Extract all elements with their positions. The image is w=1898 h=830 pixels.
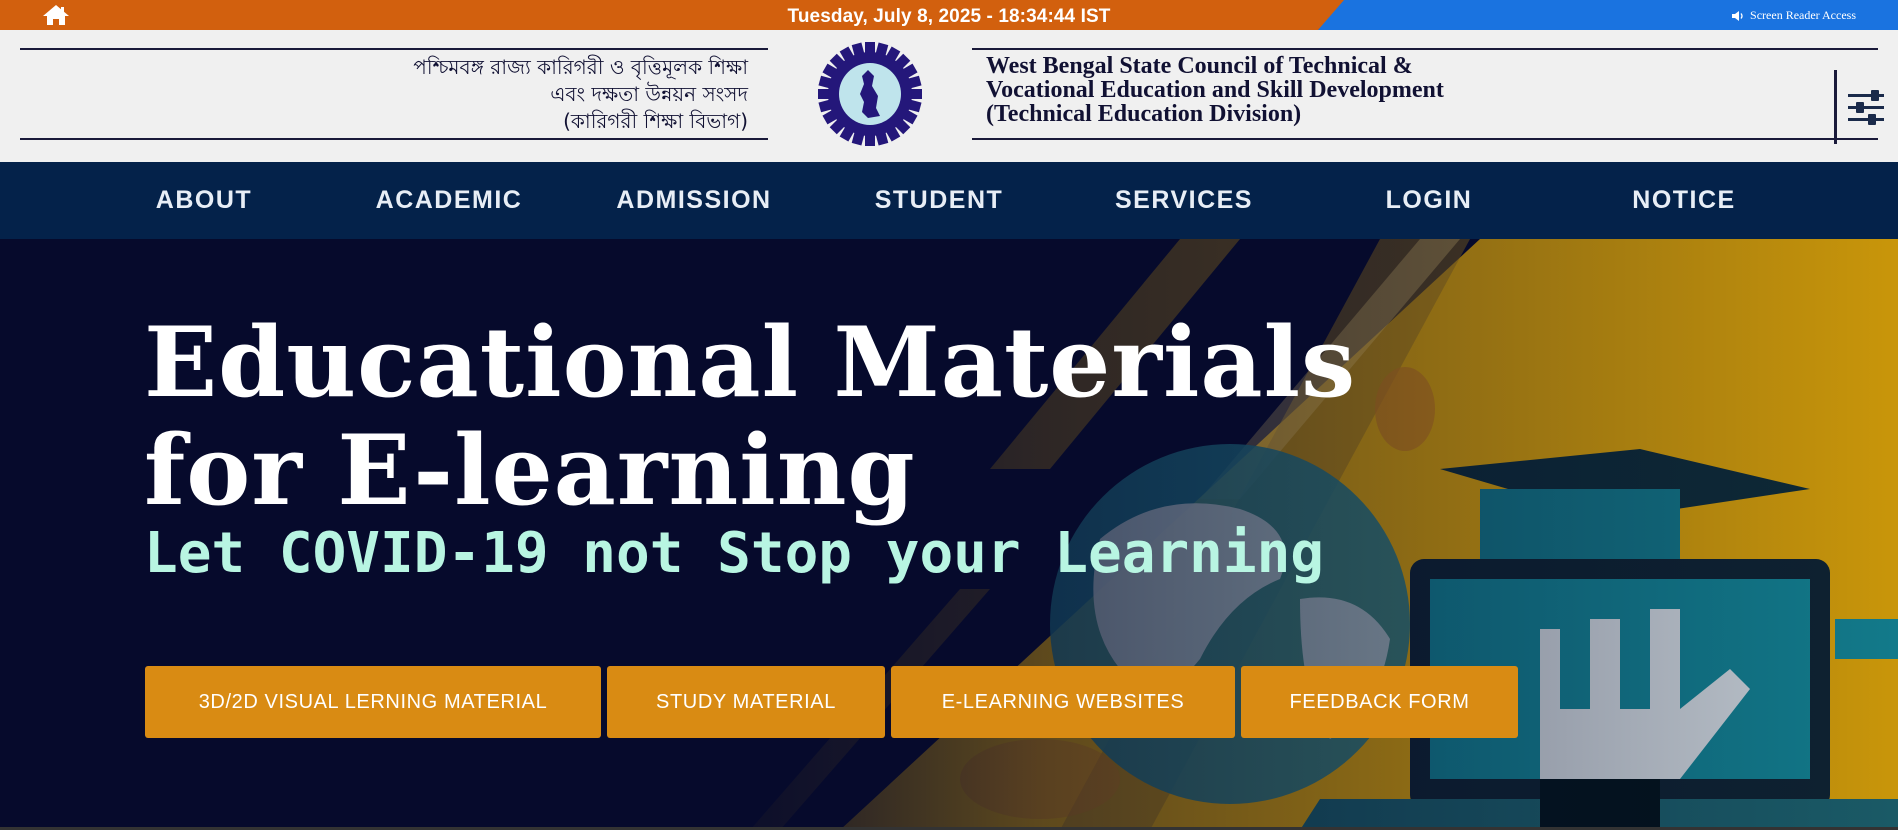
english-name-line-2: Vocational Education and Skill Developme… [986, 77, 1444, 103]
council-seal-icon [818, 42, 922, 146]
accessibility-settings-button[interactable] [1846, 86, 1888, 130]
visual-learning-material-button[interactable]: 3D/2D VISUAL LERNING MATERIAL [145, 666, 601, 738]
current-datetime: Tuesday, July 8, 2025 - 18:34:44 IST [787, 6, 1111, 27]
english-name-line-1: West Bengal State Council of Technical & [986, 53, 1413, 79]
bengali-name-line-1: পশ্চিমবঙ্গ রাজ্য কারিগরী ও বৃত্তিমূলক শি… [413, 55, 748, 79]
bengali-name-line-2: এবং দক্ষতা উন্নয়ন সংসদ [550, 82, 748, 106]
nav-item-services[interactable]: SERVICES [1084, 162, 1284, 239]
site-header: পশ্চিমবঙ্গ রাজ্য কারিগরী ও বৃত্তিমূলক শি… [0, 30, 1898, 162]
hero-banner: Educational Materials for E-learning Let… [0, 239, 1898, 830]
hero-subtitle: Let COVID-19 not Stop your Learning [144, 521, 1325, 586]
study-material-button[interactable]: STUDY MATERIAL [607, 666, 885, 738]
elearning-websites-button[interactable]: E-LEARNING WEBSITES [891, 666, 1235, 738]
nav-item-admission[interactable]: ADMISSION [594, 162, 794, 239]
nav-item-academic[interactable]: ACADEMIC [349, 162, 549, 239]
nav-item-notice[interactable]: NOTICE [1584, 162, 1784, 239]
council-seal-logo[interactable] [818, 42, 922, 146]
nav-item-login[interactable]: LOGIN [1329, 162, 1529, 239]
nav-item-student[interactable]: STUDENT [839, 162, 1039, 239]
nav-item-about[interactable]: ABOUT [104, 162, 304, 239]
screen-reader-access-label: Screen Reader Access [1750, 8, 1856, 22]
sliders-icon [1848, 90, 1884, 125]
bengali-name-line-3: (কারিগরী শিক্ষা বিভাগ) [563, 109, 748, 133]
hero-title: Educational Materials for E-learning [144, 306, 1357, 527]
bengali-council-name: পশ্চিমবঙ্গ রাজ্য কারিগরী ও বৃত্তিমূলক শি… [20, 48, 768, 140]
top-utility-bar: Tuesday, July 8, 2025 - 18:34:44 IST Scr… [0, 0, 1898, 30]
main-navigation: ABOUT ACADEMIC ADMISSION STUDENT SERVICE… [0, 162, 1898, 239]
speaker-icon [1732, 10, 1743, 21]
english-council-name: West Bengal State Council of Technical &… [972, 48, 1878, 140]
header-divider [1834, 70, 1837, 144]
english-name-line-3: (Technical Education Division) [986, 101, 1302, 127]
feedback-form-button[interactable]: FEEDBACK FORM [1241, 666, 1518, 738]
screen-reader-access-link[interactable]: Screen Reader Access [1732, 8, 1856, 23]
